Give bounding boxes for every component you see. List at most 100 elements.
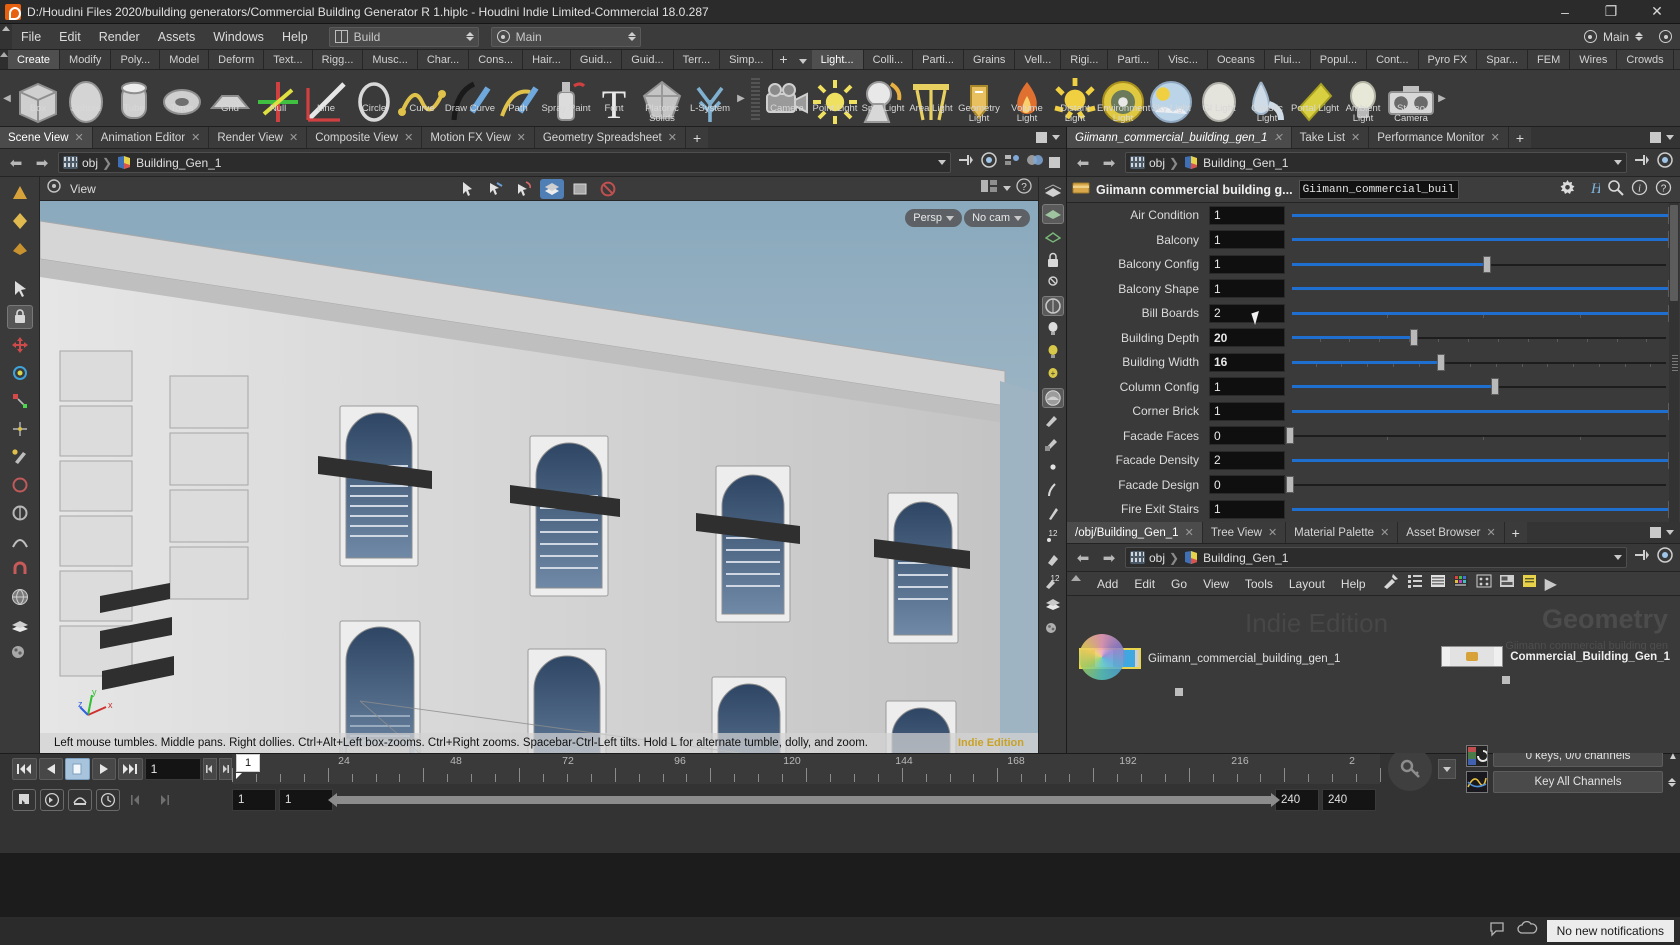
viewport-perspective-selector[interactable]: Persp [905,209,962,227]
current-frame-field[interactable]: 1 [145,758,202,780]
shelf-tab-colli[interactable]: Colli... [864,50,914,69]
close-icon[interactable]: ✕ [1486,526,1495,539]
parameter-slider[interactable] [1290,500,1676,519]
shelf-tab-popul[interactable]: Popul... [1311,50,1367,69]
menu-render[interactable]: Render [90,24,149,50]
network-node-secondary[interactable]: Commercial_Building_Gen_1 [1441,646,1670,667]
parameter-slider[interactable] [1290,279,1676,298]
brush-icon[interactable] [1042,480,1064,500]
ghost-display-icon[interactable] [1042,204,1064,224]
desktop-right-spinner-icon[interactable] [1635,32,1643,41]
back-arrow-icon[interactable]: ⬅ [6,153,26,173]
jump-start-button[interactable] [12,758,37,780]
path-chip-obj[interactable]: obj [63,156,98,170]
shelf-tool-stereo-camera[interactable]: Stereo Camera [1387,71,1435,126]
magnet-tool-icon[interactable] [7,557,33,581]
parameter-value-field[interactable]: 0 [1209,426,1285,445]
shelf-tool-box[interactable]: Box [14,71,62,126]
shelf-tab-poly[interactable]: Poly... [111,50,160,69]
globe-tool-icon[interactable] [7,585,33,609]
book-tool-icon[interactable] [7,613,33,637]
shelf-tool-gi-light[interactable]: GI Light [1195,71,1243,126]
close-icon[interactable]: ✕ [1268,526,1277,539]
close-icon[interactable]: ✕ [1491,131,1500,144]
shelf-tab-menu-icon[interactable] [794,50,812,69]
shelf-tab-hair[interactable]: Hair... [523,50,571,69]
shelf-tab-vell[interactable]: Vell... [1015,50,1061,69]
shelf-tab-simp[interactable]: Simp... [720,50,773,69]
close-icon[interactable]: ✕ [1273,131,1282,144]
close-icon[interactable]: ✕ [668,131,677,144]
shelf-tab-pyro-fx[interactable]: Pyro FX [1419,50,1478,69]
timeline-ruler[interactable]: 2448729612014416819221621 [232,754,1380,784]
close-icon[interactable]: ✕ [1380,526,1389,539]
camera-view-icon[interactable] [1042,296,1064,316]
menu-windows[interactable]: Windows [204,24,273,50]
help-icon[interactable]: ? [1655,179,1672,201]
tab-take-list[interactable]: Take List✕ [1292,127,1370,148]
shelf-tool-draw-curve[interactable]: Draw Curve [446,71,494,126]
shelf-tool-font[interactable]: TFont [590,71,638,126]
handle-tool-icon[interactable] [7,305,33,329]
slider-handle[interactable] [1410,329,1418,346]
network-pane-menu-icon[interactable] [1666,530,1674,535]
taskbar-chat-icon[interactable] [1489,921,1509,942]
tab-tree-view[interactable]: Tree View✕ [1203,522,1286,543]
play-reverse-button[interactable] [39,758,64,780]
tools-wrench-icon[interactable] [1382,572,1400,595]
slider-handle[interactable] [1437,354,1445,371]
no-selection-icon[interactable] [596,179,620,199]
network-path-chip-obj[interactable]: obj [1130,551,1165,565]
shelf-tool-spot-light[interactable]: Spot Light [859,71,907,126]
shelf-tab-guid[interactable]: Guid... [622,50,673,69]
shelf-tab-cont[interactable]: Cont... [1367,50,1418,69]
forward-arrow-icon[interactable]: ➡ [32,153,52,173]
parameter-value-field[interactable]: 1 [1209,377,1285,396]
shelf-collapse-icon[interactable] [0,50,8,69]
shelf-tool-geometry-light[interactable]: Geometry Light [955,71,1003,126]
shelf-tab-deform[interactable]: Deform [209,50,264,69]
shelf-tool-sphere[interactable]: Sphere [62,71,110,126]
shelf-tab-rigi[interactable]: Rigi... [1061,50,1108,69]
shelf-tab-create[interactable]: Create [8,50,60,69]
paint-bucket-icon[interactable] [1042,549,1064,569]
network-menu-tools[interactable]: Tools [1237,572,1281,596]
network-menu-layout[interactable]: Layout [1281,572,1333,596]
move-tool-icon[interactable] [7,333,33,357]
parameter-value-field[interactable]: 1 [1209,255,1285,274]
menu-help[interactable]: Help [273,24,317,50]
paint-tool-icon[interactable] [7,445,33,469]
pane-menu-icon[interactable] [1052,135,1060,140]
parameter-slider[interactable] [1290,230,1676,249]
network-path-field[interactable]: obj ❯ Building_Gen_1 [1125,547,1627,568]
network-maximize-icon[interactable] [1650,527,1661,538]
object-mode-icon[interactable] [540,179,564,199]
parameter-target-icon[interactable] [1656,151,1674,174]
parameter-path-chip-node[interactable]: Building_Gen_1 [1183,155,1288,170]
pin-icon[interactable] [957,152,975,173]
shelf-tool-circle[interactable]: Circle [350,71,398,126]
parameter-value-field[interactable]: 1 [1209,206,1285,225]
maximize-pane-icon[interactable] [1036,132,1047,143]
shelf-tab-fem[interactable]: FEM [1528,50,1570,69]
tab-geometry-spreadsheet[interactable]: Geometry Spreadsheet✕ [535,127,686,148]
build-selector[interactable]: Build [329,27,479,47]
view-pan-icon[interactable] [1042,411,1064,431]
parameter-forward-arrow-icon[interactable]: ➡ [1099,153,1119,173]
render-tool-icon[interactable] [7,641,33,665]
shelf-tab-parti[interactable]: Parti... [913,50,964,69]
point-marker-icon[interactable] [1042,457,1064,477]
slider-handle[interactable] [1491,378,1499,395]
play-button[interactable] [92,758,117,780]
shelf-tab-char[interactable]: Char... [418,50,469,69]
network-menu-add[interactable]: Add [1089,572,1126,596]
material-tool-icon[interactable] [7,237,33,261]
parameter-node-name-field[interactable]: Giimann_commercial_buil [1299,180,1459,199]
close-icon[interactable]: ✕ [75,131,84,144]
tab-composite-view[interactable]: Composite View✕ [307,127,422,148]
shelf-tab-rigg[interactable]: Rigg... [313,50,364,69]
tab-performance-monitor[interactable]: Performance Monitor✕ [1369,127,1509,148]
wire-display-icon[interactable] [1042,227,1064,247]
parameter-pane-menu-icon[interactable] [1666,135,1674,140]
key-options-dropdown[interactable] [1438,759,1456,779]
